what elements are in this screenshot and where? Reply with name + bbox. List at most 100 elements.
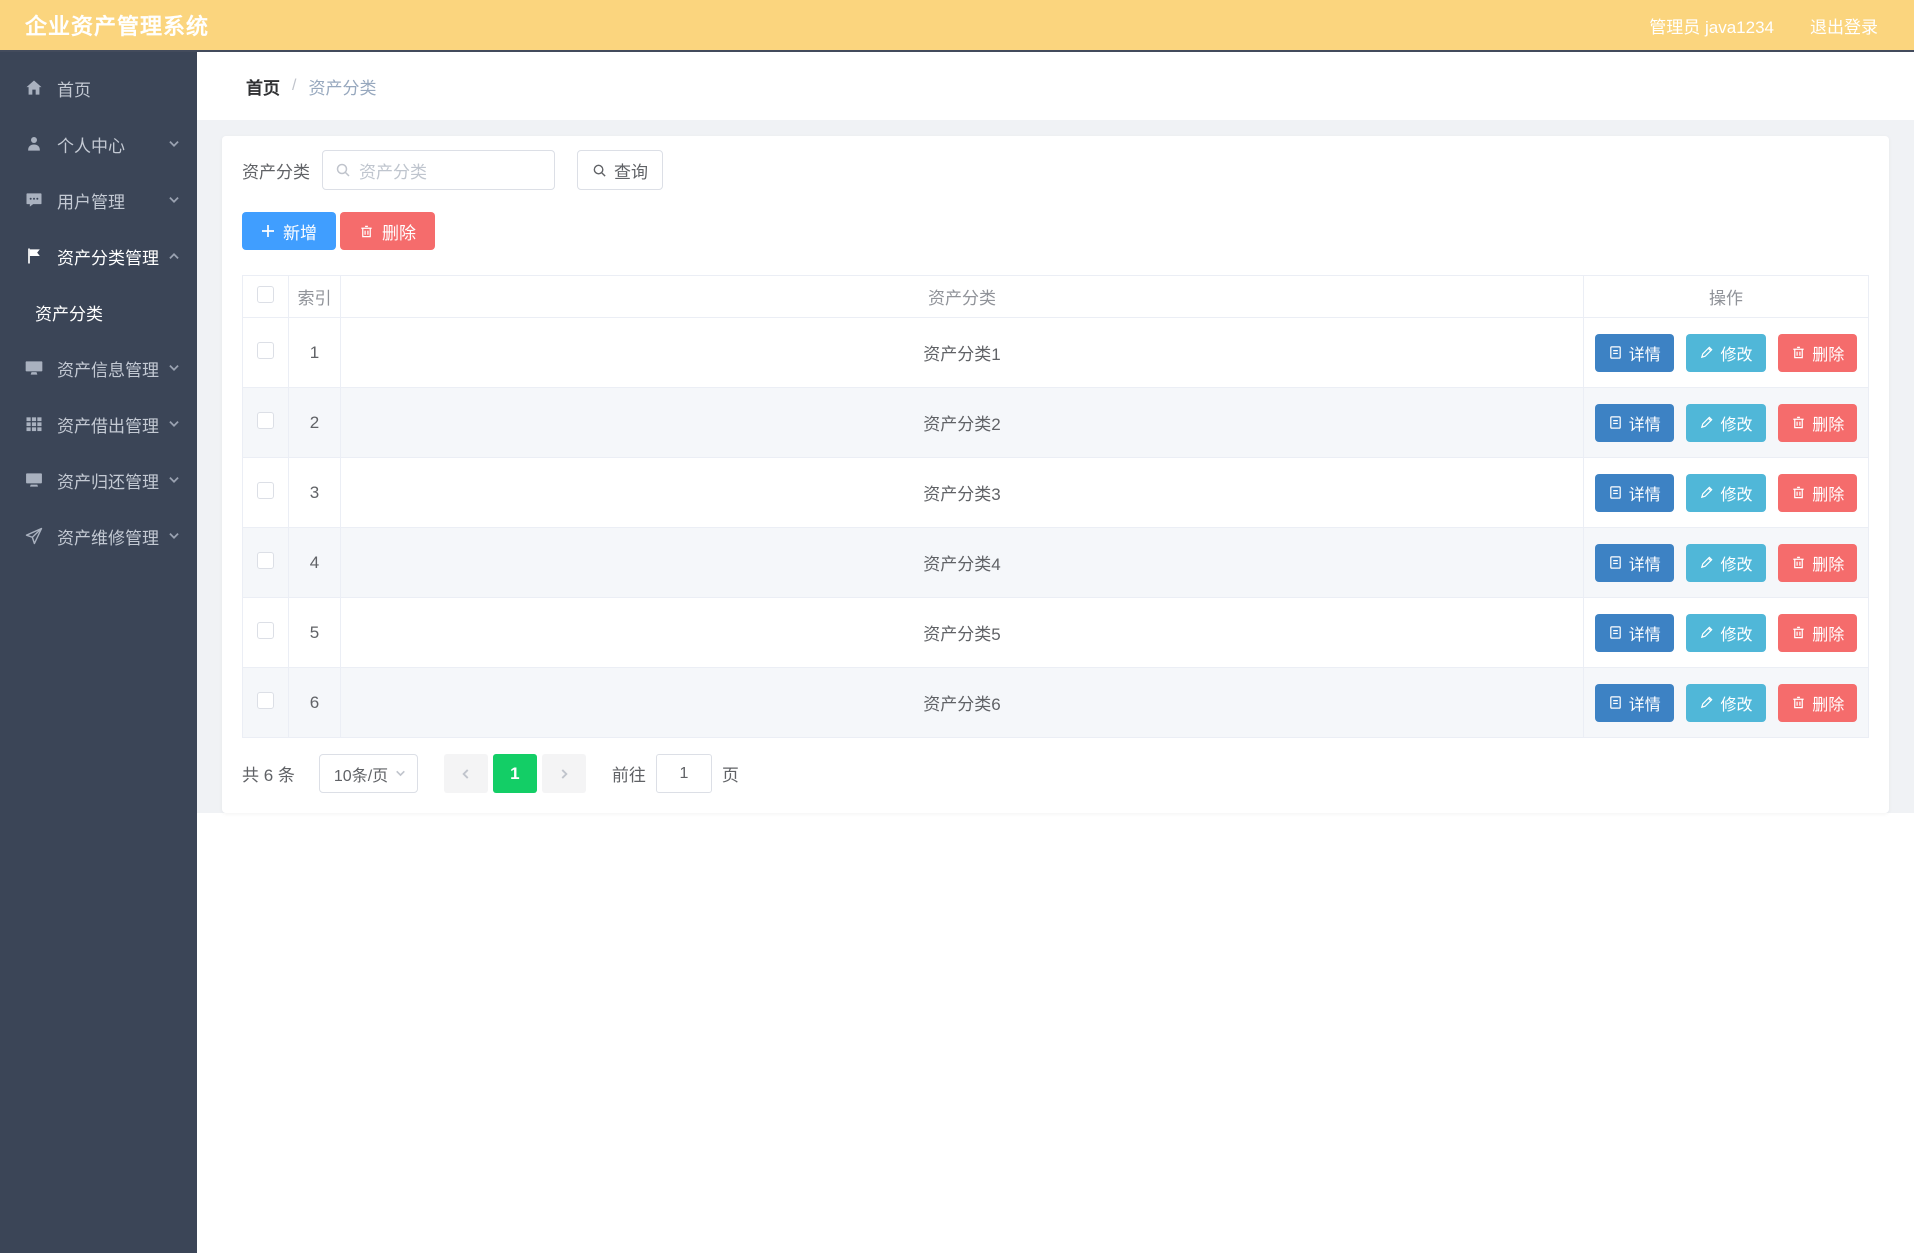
batch-delete-button[interactable]: 删除 — [340, 212, 435, 250]
delete-button[interactable]: 删除 — [1778, 613, 1858, 652]
table-row: 2 资产分类2 详情 修改 删除 — [242, 387, 1869, 458]
edit-button[interactable]: 修改 — [1686, 613, 1766, 652]
pen-icon — [1699, 485, 1714, 500]
sidebar-subitem-label: 资产分类 — [35, 304, 103, 324]
chevron-down-icon — [167, 193, 181, 207]
page-number-button[interactable]: 1 — [492, 754, 537, 793]
sidebar-item-label: 首页 — [57, 80, 91, 100]
row-category: 资产分类5 — [340, 597, 1584, 668]
edit-button[interactable]: 修改 — [1686, 333, 1766, 372]
query-button[interactable]: 查询 — [577, 150, 663, 190]
sidebar-item-user-management[interactable]: 用户管理 — [0, 172, 197, 228]
sidebar-item-label: 资产借出管理 — [57, 416, 159, 436]
row-category: 资产分类6 — [340, 667, 1584, 738]
pen-icon — [1699, 695, 1714, 710]
chevron-right-icon — [557, 767, 571, 781]
row-checkbox[interactable] — [257, 341, 274, 359]
row-checkbox[interactable] — [257, 551, 274, 569]
send-icon — [24, 526, 44, 546]
row-checkbox[interactable] — [257, 691, 274, 709]
detail-button[interactable]: 详情 — [1594, 403, 1674, 442]
row-category: 资产分类3 — [340, 457, 1584, 528]
flag-icon — [24, 246, 44, 266]
sidebar-subitem-asset-category[interactable]: 资产分类 — [0, 284, 197, 340]
delete-button[interactable]: 删除 — [1778, 543, 1858, 582]
row-index: 4 — [288, 527, 341, 598]
detail-button[interactable]: 详情 — [1594, 473, 1674, 512]
pen-icon — [1699, 555, 1714, 570]
search-field-label: 资产分类 — [242, 162, 310, 182]
delete-button[interactable]: 删除 — [1778, 683, 1858, 722]
trash-icon — [1791, 415, 1806, 430]
row-category: 资产分类4 — [340, 527, 1584, 598]
home-icon — [24, 78, 44, 98]
detail-button[interactable]: 详情 — [1594, 683, 1674, 722]
detail-button[interactable]: 详情 — [1594, 613, 1674, 652]
plus-icon — [261, 224, 275, 238]
search-input[interactable]: 资产分类 — [322, 150, 555, 190]
page-size-select[interactable]: 10条/页 — [318, 754, 418, 793]
chevron-left-icon — [459, 767, 473, 781]
sidebar-item-label: 资产归还管理 — [57, 472, 159, 492]
sidebar-item-label: 资产信息管理 — [57, 360, 159, 380]
col-header-actions: 操作 — [1583, 275, 1869, 318]
delete-button[interactable]: 删除 — [1778, 403, 1858, 442]
edit-button[interactable]: 修改 — [1686, 543, 1766, 582]
edit-button[interactable]: 修改 — [1686, 403, 1766, 442]
table-row: 4 资产分类4 详情 修改 删除 — [242, 527, 1869, 598]
breadcrumb-home-link[interactable]: 首页 — [246, 74, 280, 99]
delete-button[interactable]: 删除 — [1778, 333, 1858, 372]
logout-link[interactable]: 退出登录 — [1810, 13, 1878, 38]
trash-icon — [359, 224, 374, 239]
row-category: 资产分类1 — [340, 317, 1584, 388]
sidebar-item-label: 资产分类管理 — [57, 248, 159, 268]
row-index: 6 — [288, 667, 341, 738]
breadcrumb-current: 资产分类 — [308, 78, 377, 98]
current-user-label: 管理员 java1234 — [1649, 17, 1774, 37]
app-title: 企业资产管理系统 — [25, 14, 210, 39]
row-index: 3 — [288, 457, 341, 528]
trash-icon — [1791, 625, 1806, 640]
sidebar-item-personal-center[interactable]: 个人中心 — [0, 116, 197, 172]
prev-page-button[interactable] — [443, 754, 488, 793]
chevron-down-icon — [167, 361, 181, 375]
sidebar-item-asset-return-management[interactable]: 资产归还管理 — [0, 452, 197, 508]
sidebar-item-home[interactable]: 首页 — [0, 60, 197, 116]
sidebar-item-asset-lend-management[interactable]: 资产借出管理 — [0, 396, 197, 452]
sidebar-item-label: 个人中心 — [57, 136, 125, 156]
row-checkbox[interactable] — [257, 411, 274, 429]
add-button[interactable]: 新增 — [242, 212, 336, 250]
table-header-row: 索引 资产分类 操作 — [242, 275, 1869, 318]
page-unit-label: 页 — [721, 766, 739, 785]
table-row: 1 资产分类1 详情 修改 删除 — [242, 317, 1869, 388]
delete-button[interactable]: 删除 — [1778, 473, 1858, 512]
chevron-down-icon — [167, 417, 181, 431]
row-checkbox[interactable] — [257, 621, 274, 639]
trash-icon — [1791, 555, 1806, 570]
goto-page-input[interactable]: 1 — [655, 754, 712, 793]
row-index: 2 — [288, 387, 341, 458]
trash-icon — [1791, 485, 1806, 500]
edit-button[interactable]: 修改 — [1686, 473, 1766, 512]
table-row: 3 资产分类3 详情 修改 删除 — [242, 457, 1869, 528]
user-icon — [24, 134, 44, 154]
row-checkbox[interactable] — [257, 481, 274, 499]
search-icon — [592, 163, 607, 178]
sidebar-item-asset-repair-management[interactable]: 资产维修管理 — [0, 508, 197, 564]
sidebar-item-asset-category-management[interactable]: 资产分类管理 — [0, 228, 197, 284]
select-all-checkbox[interactable] — [257, 285, 274, 303]
next-page-button[interactable] — [541, 754, 586, 793]
col-header-category: 资产分类 — [340, 275, 1584, 318]
sidebar-item-asset-info-management[interactable]: 资产信息管理 — [0, 340, 197, 396]
content-area: 资产分类 资产分类 查询 新增 删除 索引 资产分类 操作 1 资产分类1 详情… — [197, 120, 1914, 813]
edit-button[interactable]: 修改 — [1686, 683, 1766, 722]
breadcrumb-separator: / — [292, 77, 297, 94]
trash-icon — [1791, 345, 1806, 360]
detail-button[interactable]: 详情 — [1594, 333, 1674, 372]
detail-button[interactable]: 详情 — [1594, 543, 1674, 582]
trash-icon — [1791, 695, 1806, 710]
pagination-total: 共 6 条 — [242, 766, 295, 785]
chevron-down-icon — [167, 473, 181, 487]
chevron-down-icon — [394, 767, 407, 780]
pagination: 共 6 条 10条/页 1 前往 1 页 — [242, 754, 1869, 793]
